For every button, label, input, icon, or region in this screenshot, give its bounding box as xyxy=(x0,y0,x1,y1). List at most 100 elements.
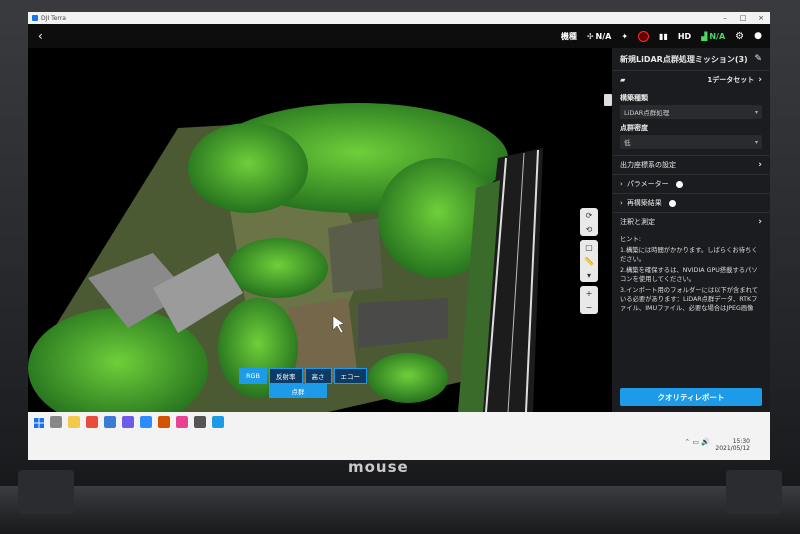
dataset-row[interactable]: ▰ 1データセット › xyxy=(612,70,770,89)
powerpoint-icon[interactable] xyxy=(158,416,170,428)
chevron-down-icon: ▾ xyxy=(754,108,758,116)
status-battery: ▟ N/A xyxy=(701,31,726,41)
app-icon[interactable] xyxy=(194,416,206,428)
density-value: 低 xyxy=(624,139,631,147)
rebuild-label: 再構築結果 xyxy=(626,199,662,207)
density-label: 点群密度 xyxy=(620,124,648,132)
satellite-icon: ✢ xyxy=(586,31,594,41)
type-select[interactable]: LiDAR点群処理 ▾ xyxy=(620,105,762,119)
params-row[interactable]: › パラメーター xyxy=(612,174,770,193)
search-icon[interactable] xyxy=(50,416,62,428)
output-coord-label: 出力座標系の設定 xyxy=(620,161,676,169)
render-mode-bar: RGB 反射率 高さ エコー xyxy=(239,368,368,384)
clock-date: 2021/05/12 xyxy=(715,445,750,452)
tool-group-zoom: + − xyxy=(580,286,598,314)
laptop-base xyxy=(0,486,800,534)
hinge-right xyxy=(726,470,782,514)
chrome-icon[interactable] xyxy=(86,416,98,428)
annotate-row[interactable]: 注釈と測定 › xyxy=(612,212,770,231)
chevron-right-icon: › xyxy=(620,199,623,207)
quality-report-button[interactable]: クオリティレポート xyxy=(620,388,762,406)
taskbar-apps xyxy=(50,416,224,428)
mode-rgb-button[interactable]: RGB xyxy=(239,368,268,384)
output-coord-row[interactable]: 出力座標系の設定 › xyxy=(612,155,770,174)
os-taskbar: ⌃ ▭ 🔊 15:30 2021/05/12 xyxy=(28,412,770,460)
record-icon xyxy=(638,30,650,42)
edit-icon[interactable]: ✎ xyxy=(754,54,762,64)
zoom-in-icon[interactable]: + xyxy=(580,286,598,300)
hint-line: 1.構築には時間がかかります。しばらくお待ちください。 xyxy=(620,247,758,263)
app-icon[interactable] xyxy=(176,416,188,428)
gear-icon[interactable]: ⚙ xyxy=(735,31,744,42)
tool-group-rotate: ⟳ ⟲ xyxy=(580,208,598,236)
chevron-down-icon: ▾ xyxy=(754,138,758,146)
type-value: LiDAR点群処理 xyxy=(624,109,670,117)
frame-icon[interactable]: ▢ xyxy=(580,240,598,254)
signal-icon: ▮▮ xyxy=(659,31,668,41)
mode-reflectance-button[interactable]: 反射率 xyxy=(269,368,303,384)
laptop-brand-logo: mouse xyxy=(348,458,409,476)
pointcloud-viewport[interactable]: ⟳ ⟲ ▢ 📏 ▾ + − xyxy=(28,48,612,412)
params-label: パラメーター xyxy=(626,180,669,188)
app-icon[interactable] xyxy=(122,416,134,428)
edge-icon[interactable] xyxy=(104,416,116,428)
chevron-right-icon: › xyxy=(758,217,762,227)
rebuild-toggle[interactable] xyxy=(668,199,676,207)
layer-icon[interactable]: ▾ xyxy=(580,268,598,282)
window-controls: – □ × xyxy=(716,14,770,22)
window-titlebar: DJI Terra – □ × xyxy=(28,12,770,24)
minimize-icon[interactable]: – xyxy=(716,14,734,22)
user-icon[interactable]: ● xyxy=(754,31,762,41)
zoom-out-icon[interactable]: − xyxy=(580,300,598,314)
zoom-icon[interactable] xyxy=(140,416,152,428)
pointcloud-button[interactable]: 点群 xyxy=(269,384,327,398)
system-clock[interactable]: 15:30 2021/05/12 xyxy=(715,438,750,452)
folder-icon: ▰ xyxy=(620,76,626,84)
close-icon[interactable]: × xyxy=(752,14,770,22)
mode-echo-button[interactable]: エコー xyxy=(333,368,368,384)
app-icon xyxy=(32,15,38,21)
hinge-left xyxy=(18,470,74,514)
app-topbar: ‹ 機種 ✢ N/A ✦ ▮▮ HD ▟ N/A ⚙ ● xyxy=(28,24,770,48)
status-hd: HD xyxy=(677,31,692,41)
hint-title: ヒント: xyxy=(620,236,642,243)
view-tools: ⟳ ⟲ ▢ 📏 ▾ + − xyxy=(580,208,598,314)
status-signal: ▮▮ xyxy=(659,32,668,41)
annotate-label: 注釈と測定 xyxy=(620,218,655,226)
chevron-right-icon: › xyxy=(758,160,762,170)
back-button[interactable]: ‹ xyxy=(38,29,43,43)
dataset-label: 1データセット xyxy=(707,76,755,84)
folder-icon[interactable] xyxy=(68,416,80,428)
hint-box: ヒント: 1.構築には時間がかかります。しばらくお待ちください。 2.構築を確保… xyxy=(612,231,770,319)
pointcloud-render xyxy=(28,48,612,412)
rebuild-row[interactable]: › 再構築結果 xyxy=(612,193,770,212)
status-model: 機種 xyxy=(560,31,577,41)
windows-start-icon[interactable] xyxy=(34,418,44,428)
measure-icon[interactable]: 📏 xyxy=(580,254,598,268)
link-icon: ✦ xyxy=(621,31,629,41)
chevron-right-icon: › xyxy=(758,75,762,85)
hint-line: 2.構築を確保するは、NVIDIA GPU搭載するパソコンを使用してください。 xyxy=(620,267,758,283)
screen: DJI Terra – □ × ‹ 機種 ✢ N/A ✦ ▮▮ HD ▟ N/A… xyxy=(28,12,770,460)
params-toggle[interactable] xyxy=(675,180,683,188)
battery-icon: ▟ xyxy=(701,31,708,41)
maximize-icon[interactable]: □ xyxy=(734,14,752,22)
tray-icons[interactable]: ⌃ ▭ 🔊 xyxy=(684,438,710,446)
reset-view-icon[interactable]: ⟲ xyxy=(580,222,598,236)
terra-icon[interactable] xyxy=(212,416,224,428)
status-indicators: 機種 ✢ N/A ✦ ▮▮ HD ▟ N/A ⚙ ● xyxy=(559,30,762,42)
viewport-menu-icon[interactable] xyxy=(604,94,612,106)
tool-group-view: ▢ 📏 ▾ xyxy=(580,240,598,282)
chevron-right-icon: › xyxy=(620,180,623,188)
type-label: 構築種類 xyxy=(620,94,648,102)
status-link: ✦ xyxy=(621,32,628,41)
mission-title: 新規LiDAR点群処理ミッション(3) xyxy=(620,54,748,64)
rotate-icon[interactable]: ⟳ xyxy=(580,208,598,222)
mission-panel: 新規LiDAR点群処理ミッション(3) ✎ ▰ 1データセット › 構築種類 L… xyxy=(612,48,770,412)
status-satellite: ✢ N/A xyxy=(586,31,612,41)
density-select[interactable]: 低 ▾ xyxy=(620,135,762,149)
panel-header: 新規LiDAR点群処理ミッション(3) ✎ xyxy=(612,48,770,70)
mode-height-button[interactable]: 高さ xyxy=(304,368,332,384)
window-title: DJI Terra xyxy=(41,14,66,22)
hint-line: 3.インポート用のフォルダーには以下が含まれている必要があります：LiDAR点群… xyxy=(620,287,759,312)
